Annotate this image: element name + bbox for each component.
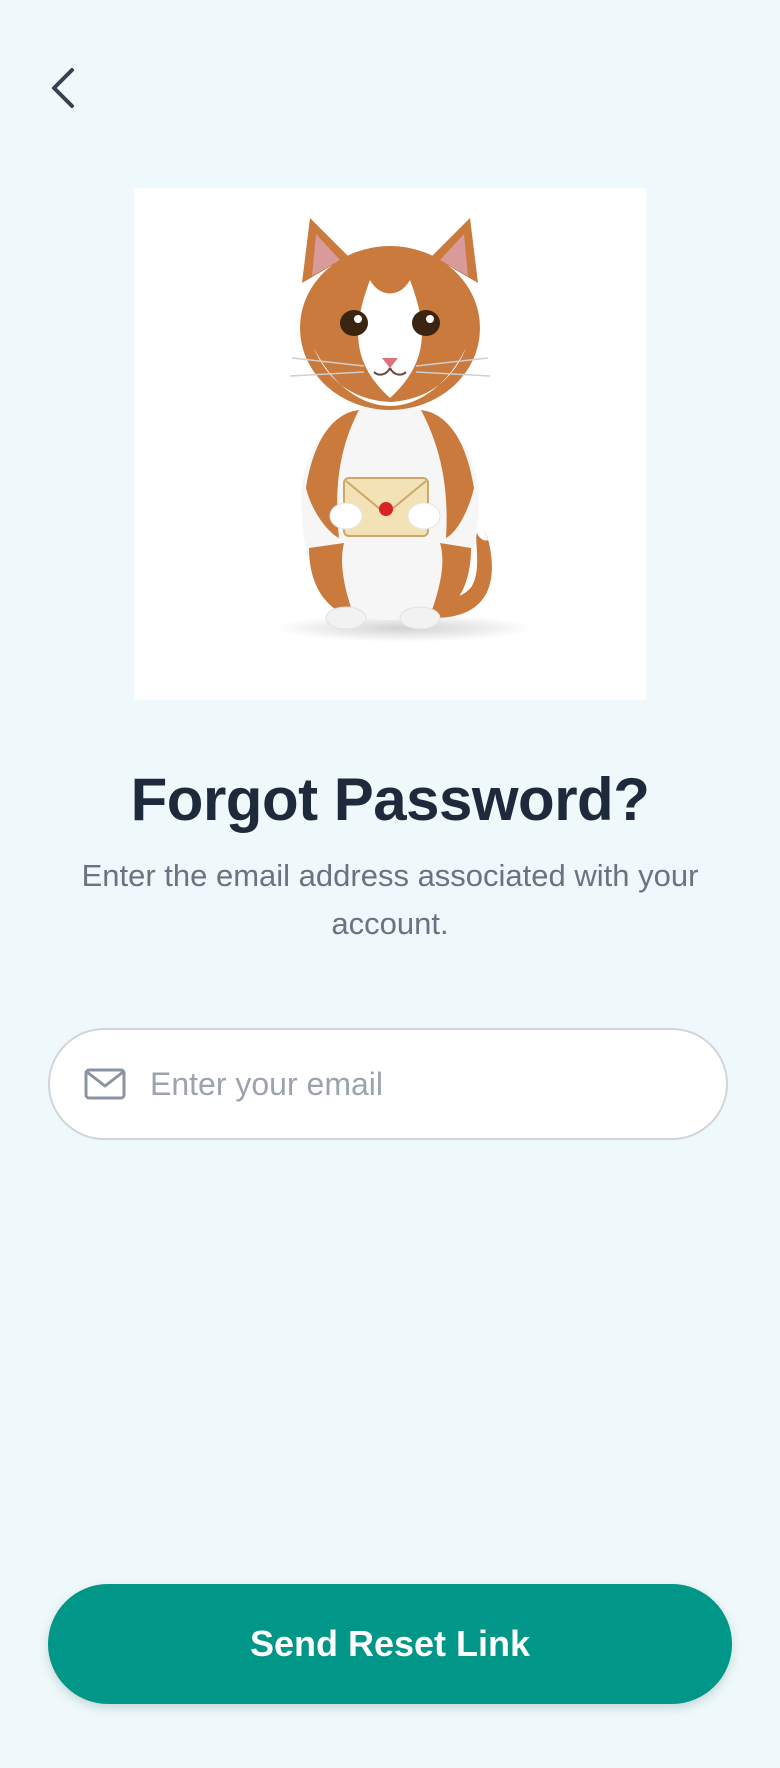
send-reset-link-button[interactable]: Send Reset Link xyxy=(48,1584,732,1704)
email-input[interactable] xyxy=(148,1064,692,1104)
back-button[interactable] xyxy=(48,58,96,118)
cat-holding-envelope-image xyxy=(274,218,534,642)
mail-icon xyxy=(84,1067,126,1101)
email-field[interactable] xyxy=(48,1028,728,1140)
chevron-left-icon xyxy=(52,68,74,108)
cat-illustration xyxy=(134,188,646,700)
page-subtitle: Enter the email address associated with … xyxy=(81,858,699,941)
page-title: Forgot Password? xyxy=(130,766,650,833)
